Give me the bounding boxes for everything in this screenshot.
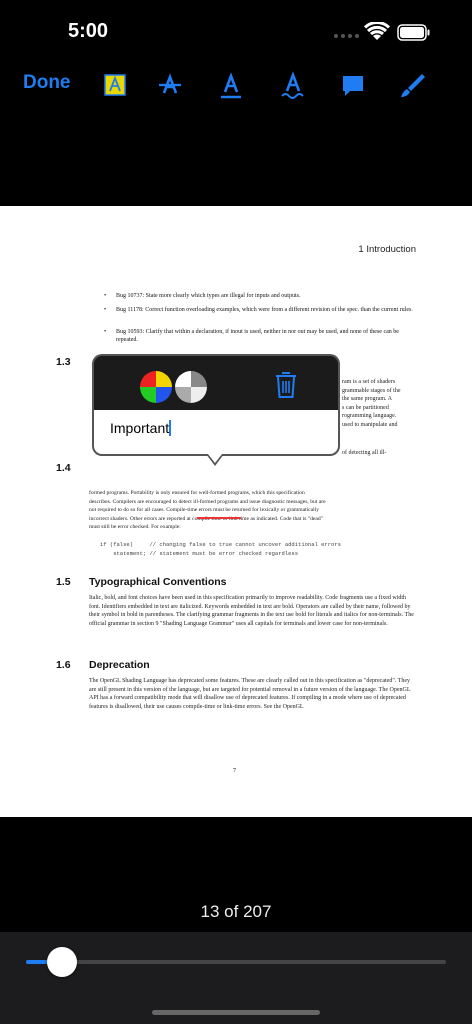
section-title: Typographical Conventions xyxy=(89,576,227,588)
section-text: Italic, bold, and font choices have been… xyxy=(89,595,414,627)
text-cursor xyxy=(169,420,172,436)
page-scrubber-bar xyxy=(0,932,472,1024)
battery-icon xyxy=(397,24,430,41)
note-bubble-icon[interactable] xyxy=(338,70,368,100)
squiggly-underline-icon[interactable] xyxy=(278,70,308,100)
section-number: 1.3 xyxy=(56,356,71,368)
underline-icon[interactable] xyxy=(216,70,246,100)
code-block: if (false) // changing false to true can… xyxy=(100,541,341,557)
underline-annotation[interactable] xyxy=(197,517,241,519)
section-text-fragment: of detecting all ill- xyxy=(342,450,387,456)
section-text: The OpenGL Shading Language has deprecat… xyxy=(89,678,411,710)
section-number: 1.4 xyxy=(56,462,71,474)
color-picker-icon[interactable] xyxy=(139,370,173,404)
status-bar: 5:00 xyxy=(0,0,472,62)
page-slider-track[interactable] xyxy=(26,960,446,964)
page-slider-thumb[interactable] xyxy=(46,947,77,977)
home-indicator xyxy=(152,1010,320,1015)
highlight-icon[interactable] xyxy=(100,70,130,100)
note-popup: Important xyxy=(92,354,340,466)
done-button[interactable]: Done xyxy=(23,72,71,94)
trash-icon[interactable] xyxy=(274,370,298,400)
cellular-signal-icon xyxy=(334,34,359,38)
pen-icon[interactable] xyxy=(398,70,428,100)
section-number: 1.5 xyxy=(56,576,71,588)
strikethrough-icon[interactable] xyxy=(155,70,185,100)
section-text-fragment: ram is a set of shaders grammable stages… xyxy=(342,379,401,428)
page-counter: 13 of 207 xyxy=(200,902,272,921)
section-title: Deprecation xyxy=(89,659,150,671)
annotation-toolbar: Done xyxy=(0,62,472,108)
wifi-icon xyxy=(364,22,390,40)
running-head: 1 Introduction xyxy=(358,244,416,255)
note-text[interactable]: Important xyxy=(110,420,169,436)
section-number: 1.6 xyxy=(56,659,71,671)
opacity-picker-icon[interactable] xyxy=(174,370,208,404)
note-text-area[interactable]: Important xyxy=(92,410,340,456)
section-text: formed programs. Portability is only ens… xyxy=(89,490,326,531)
note-popup-toolbar xyxy=(92,354,340,410)
page-number: 7 xyxy=(233,768,236,774)
pdf-page[interactable]: 1 Introduction • Bug 10737: State more cl… xyxy=(0,206,472,817)
status-time: 5:00 xyxy=(68,20,109,42)
